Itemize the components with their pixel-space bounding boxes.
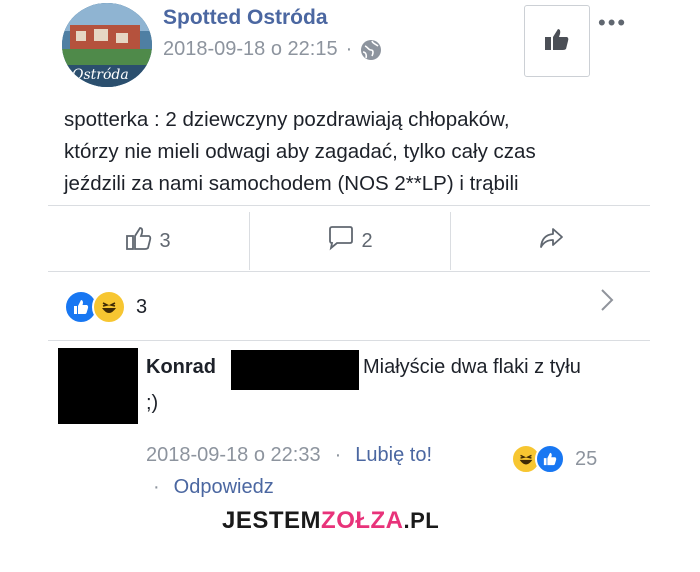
- comment-reactions[interactable]: 25: [511, 444, 597, 474]
- commenter-avatar-redacted: [58, 348, 138, 424]
- reply-link[interactable]: Odpowiedz: [174, 476, 274, 499]
- comment-meta: 2018-09-18 o 22:33 · Lubię to!: [146, 444, 432, 467]
- comment-like-link[interactable]: Lubię to!: [355, 444, 432, 467]
- comment-action-button[interactable]: 2: [250, 212, 450, 270]
- like-reaction-icon: [535, 444, 565, 474]
- avatar-script-text: Ostróda: [72, 67, 129, 83]
- divider: [48, 205, 650, 206]
- post-text-line: spotterka : 2 dziewczyny pozdrawiają chł…: [64, 108, 510, 131]
- post-meta: 2018-09-18 o 22:15 ·: [163, 38, 382, 61]
- comment-text-line: ;): [146, 392, 159, 414]
- watermark-part: .PL: [403, 508, 440, 533]
- globe-icon: [360, 39, 382, 61]
- divider: [48, 271, 650, 272]
- comment-count: 2: [361, 229, 373, 252]
- share-arrow-icon: [537, 225, 565, 257]
- like-action-button[interactable]: 3: [48, 212, 248, 270]
- chevron-right-icon[interactable]: [600, 288, 614, 319]
- post-text-line: jeździli za nami samochodem (NOS 2**LP) …: [64, 172, 519, 195]
- like-page-button[interactable]: [524, 5, 590, 77]
- comment-text-line: Miałyście dwa flaki z tyłu: [363, 356, 581, 378]
- page-avatar[interactable]: Ostróda: [62, 3, 152, 87]
- meta-separator: ·: [153, 476, 160, 498]
- meta-separator: ·: [334, 444, 342, 466]
- thumbs-up-icon: [544, 27, 570, 56]
- site-watermark: JESTEMZOŁZA.PL: [222, 507, 439, 535]
- haha-reaction-icon: [92, 290, 126, 324]
- reaction-count: 3: [136, 295, 148, 318]
- comment-author[interactable]: Konrad: [146, 356, 216, 379]
- post-text-line: którzy nie mieli odwagi aby zagadać, tyl…: [64, 140, 536, 163]
- like-count: 3: [159, 229, 171, 252]
- comment-reply-row: · Odpowiedz: [153, 476, 274, 499]
- redaction-block: [231, 350, 359, 390]
- comment-bubble-icon: [327, 225, 355, 257]
- share-action-button[interactable]: [451, 212, 650, 270]
- post-body: spotterka : 2 dziewczyny pozdrawiają chł…: [64, 104, 664, 200]
- meta-separator: ·: [345, 38, 353, 60]
- comment-timestamp[interactable]: 2018-09-18 o 22:33: [146, 444, 321, 467]
- thumbs-up-outline-icon: [125, 225, 153, 257]
- page-name[interactable]: Spotted Ostróda: [163, 6, 328, 30]
- watermark-part: ZOŁZA: [321, 507, 404, 534]
- more-options-icon[interactable]: •••: [598, 10, 627, 36]
- post-timestamp[interactable]: 2018-09-18 o 22:15: [163, 38, 338, 61]
- reactions-summary[interactable]: 3: [64, 290, 147, 324]
- watermark-part: JESTEM: [222, 507, 322, 534]
- comment-reaction-count: 25: [575, 447, 598, 470]
- divider: [48, 340, 650, 341]
